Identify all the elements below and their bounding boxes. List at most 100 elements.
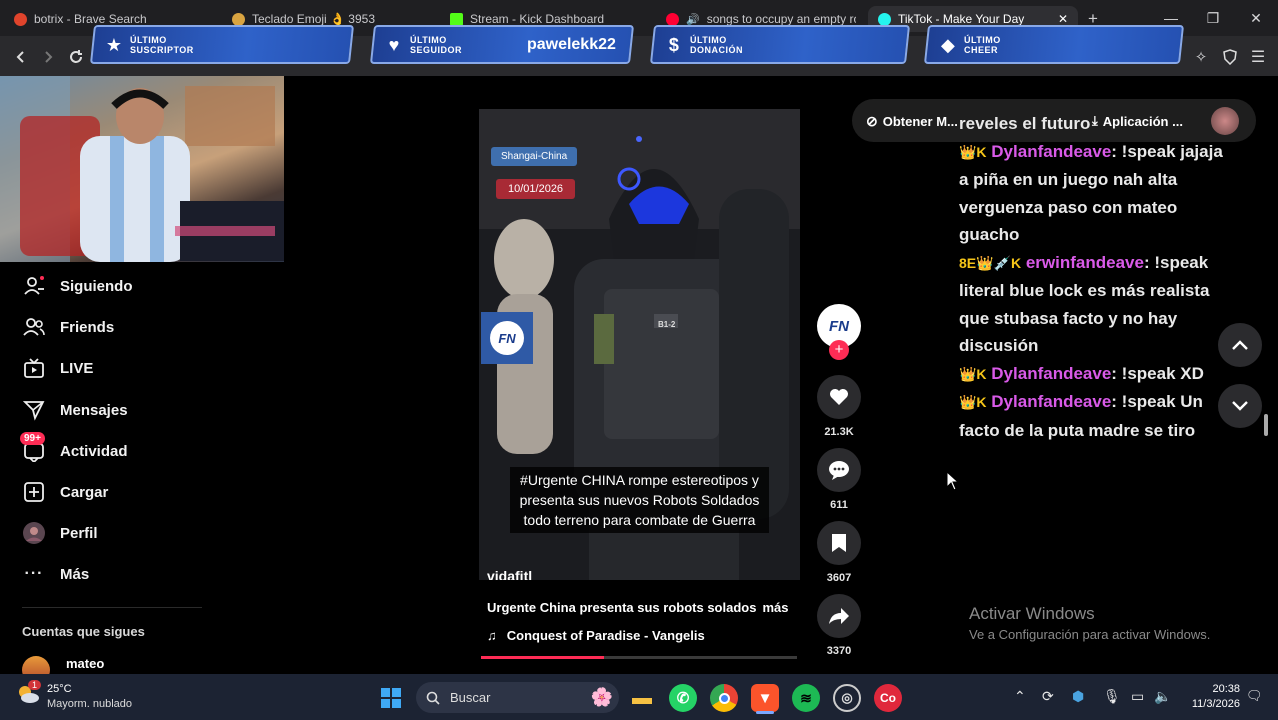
clock-time[interactable]: 20:38 xyxy=(1180,683,1240,695)
sidebar-item-label: Perfil xyxy=(60,524,98,542)
weather-description: Mayorm. nublado xyxy=(47,698,132,710)
get-coins-button[interactable]: ⊘ Obtener M... xyxy=(866,113,958,130)
video-progress-fill xyxy=(481,656,605,659)
sidebar-item-more[interactable]: ··· Más xyxy=(22,559,90,589)
obs-icon[interactable]: ◎ xyxy=(833,684,861,712)
sidebar-item-messages[interactable]: Mensajes xyxy=(22,395,128,425)
sidebar-item-live[interactable]: LIVE xyxy=(22,353,93,383)
chevron-down-icon xyxy=(1232,401,1248,411)
date-tag: 10/01/2026 xyxy=(496,179,576,199)
comment-count: 611 xyxy=(830,499,848,511)
last-cheer-widget: ◆ ÚLTIMO CHEER xyxy=(923,25,1185,64)
network-tray-icon[interactable]: ▭ xyxy=(1131,688,1144,705)
chat-message: 👑K Dylanfandeave: !speak XD xyxy=(959,360,1234,389)
live-icon xyxy=(22,356,46,380)
chat-username: Dylanfandeave xyxy=(991,363,1112,383)
taskbar-search[interactable]: Buscar 🌸 xyxy=(416,682,619,713)
forward-button[interactable] xyxy=(35,44,61,70)
sidebar-item-upload[interactable]: Cargar xyxy=(22,477,108,507)
helmet-tag: B1-2 xyxy=(658,320,676,329)
tiktok-icon xyxy=(878,12,891,26)
webcam-overlay xyxy=(0,76,284,262)
chat-badges: 8E👑💉K xyxy=(959,254,1022,271)
brave-taskbar-icon[interactable]: ▼ xyxy=(751,684,779,712)
heart-icon: ♥ xyxy=(388,34,400,54)
reload-button[interactable] xyxy=(63,44,89,70)
follow-plus-button[interactable]: + xyxy=(829,340,849,360)
chat-text: : !speak XD xyxy=(1111,363,1204,383)
music-info[interactable]: ♫ Conquest of Paradise - Vangelis xyxy=(487,628,705,643)
coin-icon: ⊘ xyxy=(866,113,878,129)
file-explorer-icon[interactable]: ▬ xyxy=(628,684,656,712)
chat-username: erwinfandeave xyxy=(1025,252,1144,272)
emoji-icon xyxy=(232,12,245,26)
sidebar-item-label: Mensajes xyxy=(60,401,128,419)
sidebar-item-activity[interactable]: 99+ Actividad xyxy=(20,432,128,466)
comment-button[interactable] xyxy=(817,448,861,492)
menu-button[interactable]: ☰ xyxy=(1245,44,1271,70)
volume-tray-icon[interactable]: 🔈 xyxy=(1154,688,1171,705)
sidebar-divider xyxy=(22,607,202,608)
maximize-button[interactable]: ❐ xyxy=(1198,8,1228,28)
get-coins-label: Obtener M... xyxy=(882,114,958,129)
sync-tray-icon[interactable]: ⟳ xyxy=(1042,688,1054,705)
more-link[interactable]: más xyxy=(762,600,788,615)
microphone-tray-icon[interactable]: 🎙 xyxy=(1103,688,1121,705)
chrome-icon[interactable] xyxy=(710,684,738,712)
page-scrollbar-thumb[interactable] xyxy=(1264,414,1268,436)
audio-icon[interactable]: 🔊 xyxy=(686,13,700,26)
shield-icon xyxy=(1223,49,1237,65)
brave-shields-button[interactable] xyxy=(1217,44,1243,70)
active-app-indicator xyxy=(756,711,774,714)
sidebar-item-label: Siguiendo xyxy=(60,277,133,295)
music-title: Conquest of Paradise - Vangelis xyxy=(506,628,705,643)
whatsapp-icon[interactable]: ✆ xyxy=(669,684,697,712)
weather-badge: 1 xyxy=(28,680,42,690)
security-tray-icon[interactable]: ⬢ xyxy=(1072,688,1084,705)
upload-icon xyxy=(22,480,46,504)
diamond-icon: ◆ xyxy=(941,34,955,54)
leo-ai-button[interactable]: ✧ xyxy=(1188,44,1214,70)
sidebar-item-label: Más xyxy=(60,565,90,583)
weather-temp: 25°C xyxy=(47,683,72,695)
start-button[interactable] xyxy=(377,684,405,712)
search-placeholder: Buscar xyxy=(450,690,491,705)
stream-chat-overlay: reveles el futuro 👑K Dylanfandeave: !spe… xyxy=(959,110,1234,444)
capcut-icon[interactable]: Co xyxy=(874,684,902,712)
video-progress-track[interactable] xyxy=(481,656,797,659)
widget-label: ÚLTIMO SUSCRIPTOR xyxy=(130,34,194,55)
brave-icon xyxy=(14,12,27,26)
mouse-cursor-icon xyxy=(946,471,960,491)
fn-watermark: FN xyxy=(481,312,533,364)
chat-username: Dylanfandeave xyxy=(991,141,1112,161)
sparkle-icon: ✧ xyxy=(1194,49,1208,66)
video-player[interactable]: Shangai-China 10/01/2026 B1-2 FN #Urgent… xyxy=(479,109,800,580)
video-author[interactable]: vidafitl xyxy=(487,568,532,580)
close-tab-icon[interactable]: ✕ xyxy=(1058,12,1068,26)
save-button[interactable] xyxy=(817,521,861,565)
previous-video-button[interactable] xyxy=(1218,323,1262,367)
widget-label: ÚLTIMO CHEER xyxy=(964,34,1001,55)
sidebar-item-following[interactable]: Siguiendo xyxy=(22,271,133,301)
back-button[interactable] xyxy=(8,44,34,70)
tab-title: botrix - Brave Search xyxy=(34,12,147,26)
tab-title: Teclado Emoji 👌 3953 xyxy=(252,12,376,26)
save-count: 3607 xyxy=(826,572,852,584)
search-icon xyxy=(426,691,440,705)
sidebar-item-profile[interactable]: Perfil xyxy=(22,518,98,548)
following-heading: Cuentas que sigues xyxy=(22,624,145,639)
chat-message: 8E👑💉K erwinfandeave: !speak literal blue… xyxy=(959,249,1234,360)
next-video-button[interactable] xyxy=(1218,384,1262,428)
sidebar-item-label: Friends xyxy=(60,318,115,336)
sidebar-item-label: Actividad xyxy=(60,442,128,460)
sidebar-item-friends[interactable]: Friends xyxy=(22,312,114,342)
share-button[interactable] xyxy=(817,594,861,638)
hamburger-icon: ☰ xyxy=(1250,49,1266,66)
clock-date[interactable]: 11/3/2026 xyxy=(1180,698,1240,710)
weather-widget-icon[interactable]: 1 xyxy=(16,680,42,706)
notifications-icon[interactable]: 🗨 xyxy=(1246,688,1263,704)
like-button[interactable] xyxy=(817,375,861,419)
spotify-icon[interactable]: ≋ xyxy=(792,684,820,712)
show-hidden-icons[interactable]: ⌃ xyxy=(1014,688,1026,705)
close-window-button[interactable]: ✕ xyxy=(1241,8,1271,28)
